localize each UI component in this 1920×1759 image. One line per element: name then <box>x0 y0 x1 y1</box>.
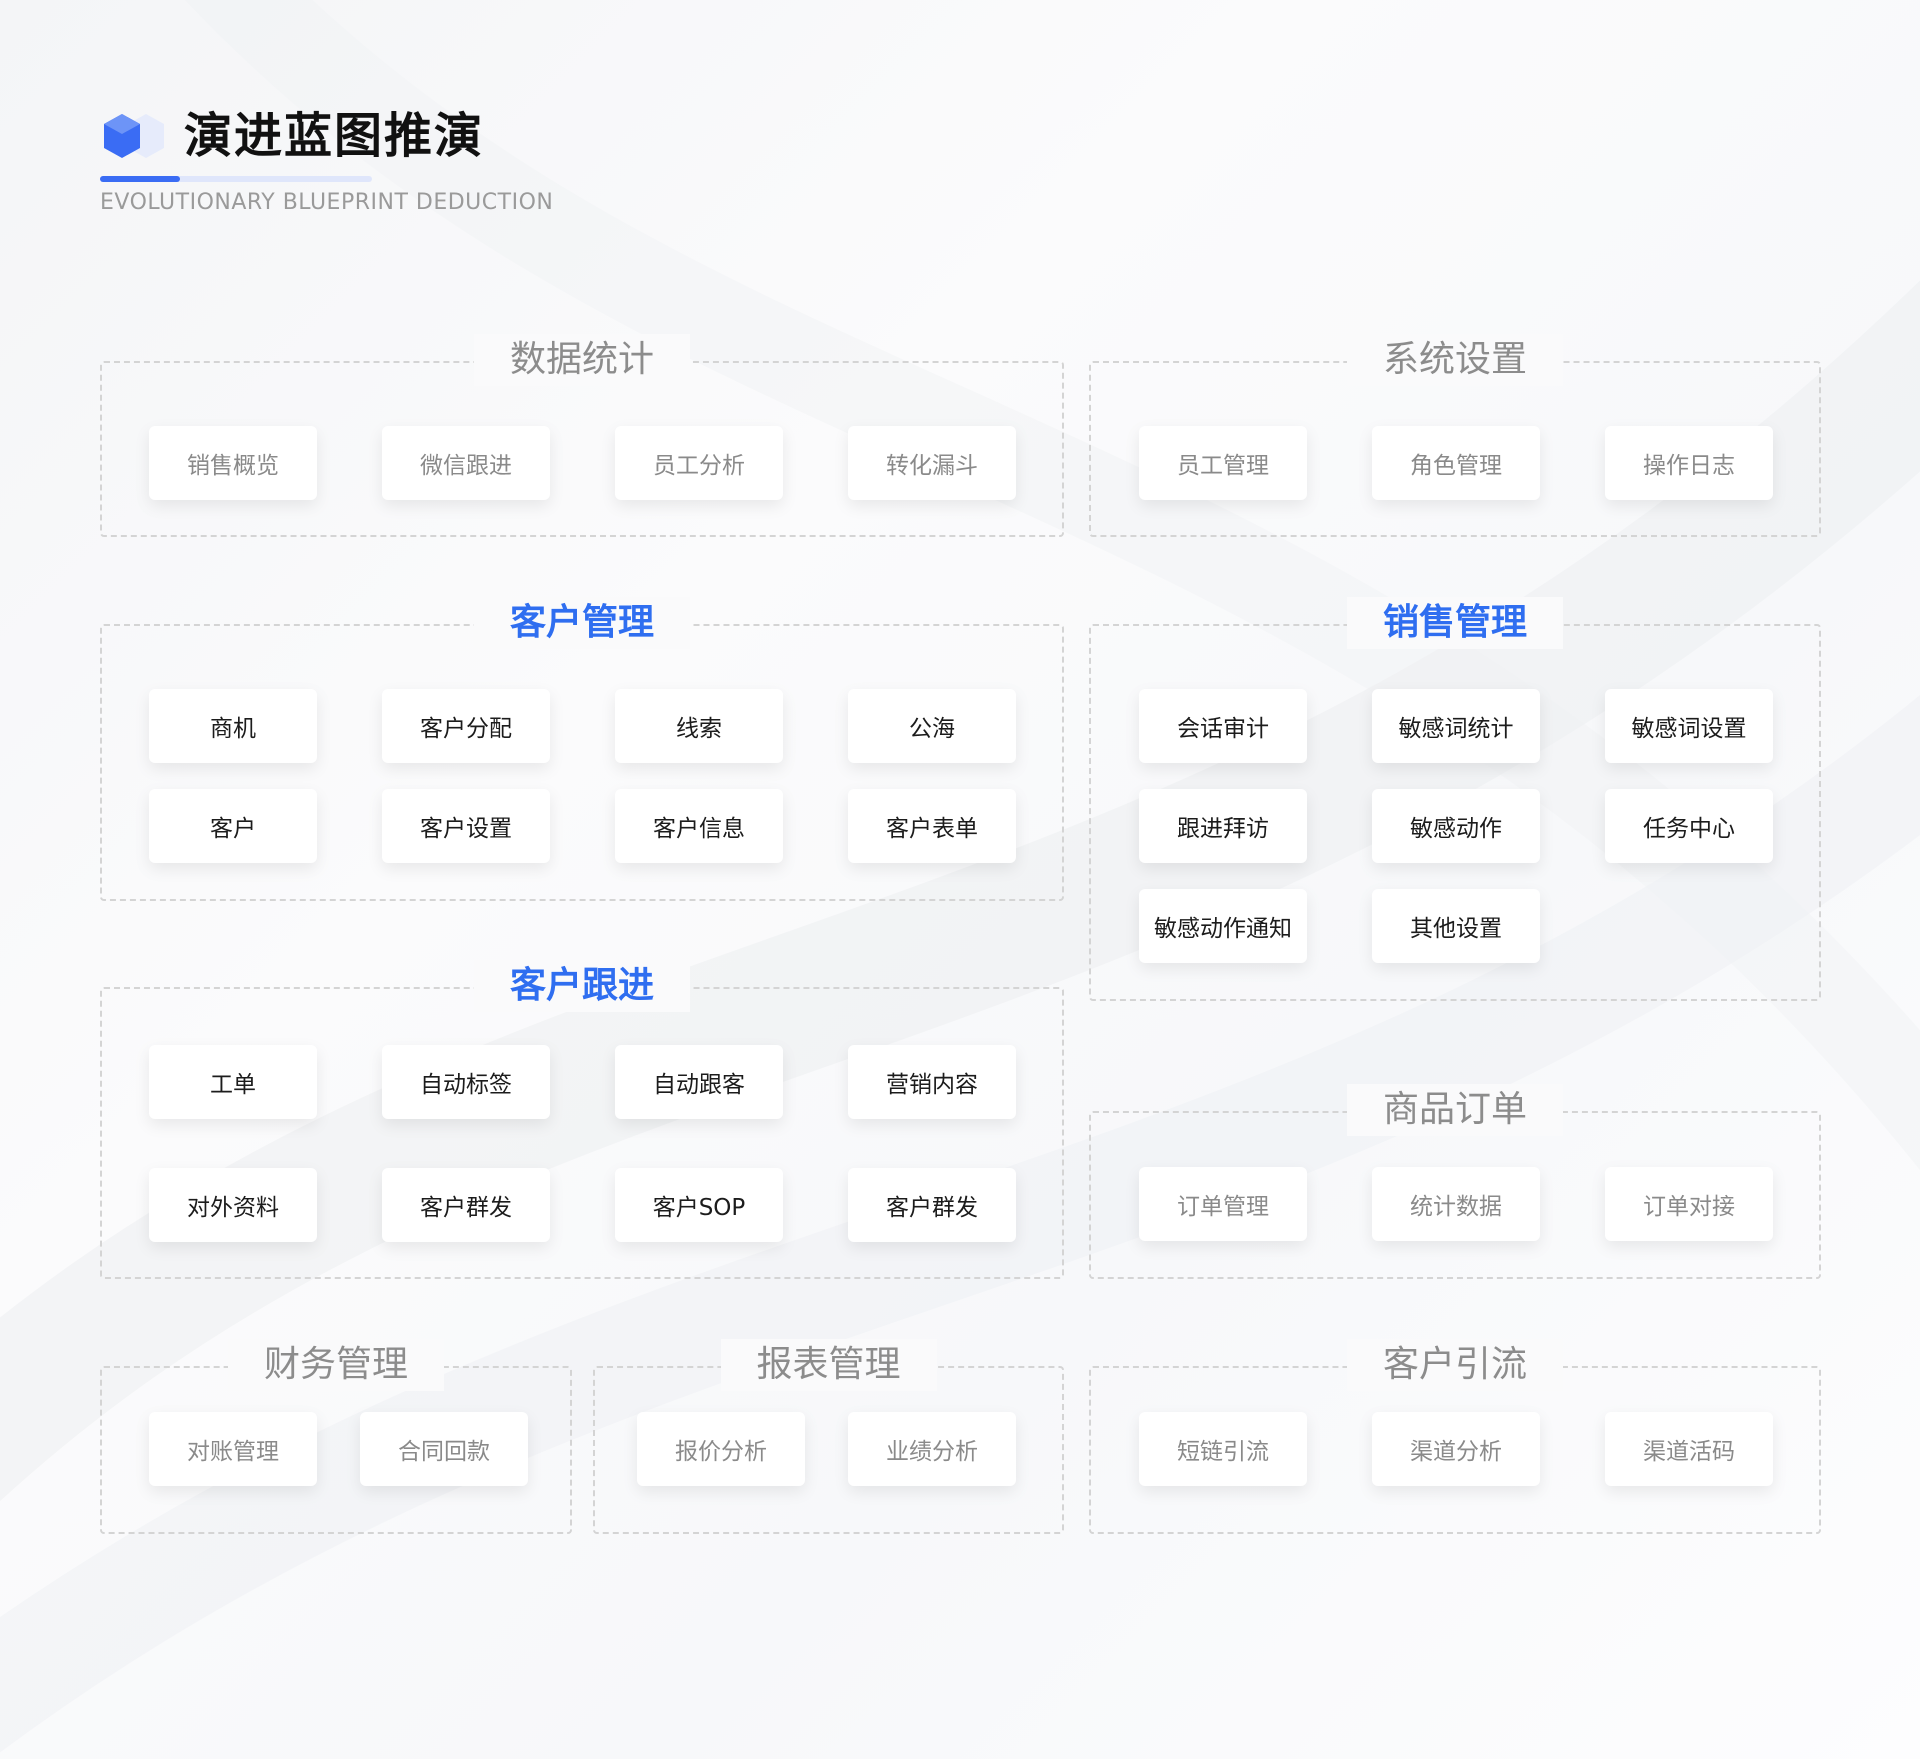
group-title: 报表管理 <box>720 1339 937 1391</box>
module-button[interactable]: 敏感动作 <box>1372 789 1540 863</box>
group-product-orders: 商品订单 订单管理 统计数据 订单对接 <box>1089 1084 1821 1279</box>
module-button[interactable]: 角色管理 <box>1372 426 1540 500</box>
group-title: 客户引流 <box>1346 1339 1564 1391</box>
module-button[interactable]: 员工分析 <box>615 426 783 500</box>
group-title: 客户管理 <box>473 597 691 649</box>
group-title: 商品订单 <box>1346 1084 1564 1136</box>
group-title: 销售管理 <box>1346 597 1564 649</box>
blueprint-page: 演进蓝图推演 EVOLUTIONARY BLUEPRINT DEDUCTION … <box>0 0 1920 1759</box>
module-button[interactable]: 客户群发 <box>382 1168 550 1242</box>
module-button[interactable]: 客户 <box>149 789 317 863</box>
module-button[interactable]: 渠道活码 <box>1605 1412 1773 1486</box>
module-button[interactable]: 对外资料 <box>149 1168 317 1242</box>
module-button[interactable]: 任务中心 <box>1605 789 1773 863</box>
group-system-settings: 系统设置 员工管理 角色管理 操作日志 <box>1089 334 1821 537</box>
module-button[interactable]: 微信跟进 <box>382 426 550 500</box>
module-button[interactable]: 敏感词设置 <box>1605 689 1773 763</box>
module-button[interactable]: 客户设置 <box>382 789 550 863</box>
module-button[interactable]: 销售概览 <box>149 426 317 500</box>
module-button[interactable]: 自动跟客 <box>615 1045 783 1119</box>
module-button[interactable]: 转化漏斗 <box>848 426 1016 500</box>
module-button[interactable]: 会话审计 <box>1139 689 1307 763</box>
group-title: 数据统计 <box>473 334 691 386</box>
module-button[interactable]: 报价分析 <box>637 1412 805 1486</box>
group-title: 财务管理 <box>227 1339 445 1391</box>
module-button[interactable]: 订单管理 <box>1139 1167 1307 1241</box>
module-button[interactable]: 客户分配 <box>382 689 550 763</box>
module-button[interactable]: 营销内容 <box>848 1045 1016 1119</box>
group-title: 系统设置 <box>1346 334 1564 386</box>
group-data-statistics: 数据统计 销售概览 微信跟进 员工分析 转化漏斗 <box>100 334 1064 537</box>
group-customer-management: 客户管理 商机 客户分配 线索 公海 客户 客户设置 客户信息 客户表单 <box>100 597 1064 901</box>
module-button[interactable]: 员工管理 <box>1139 426 1307 500</box>
module-button[interactable]: 工单 <box>149 1045 317 1119</box>
title-underline <box>100 176 372 182</box>
module-button[interactable]: 短链引流 <box>1139 1412 1307 1486</box>
module-button[interactable]: 操作日志 <box>1605 426 1773 500</box>
module-button[interactable]: 客户SOP <box>615 1168 783 1242</box>
module-button[interactable]: 合同回款 <box>360 1412 528 1486</box>
module-button[interactable]: 其他设置 <box>1372 889 1540 963</box>
group-finance-management: 财务管理 对账管理 合同回款 <box>100 1339 572 1534</box>
module-button[interactable]: 客户信息 <box>615 789 783 863</box>
module-button[interactable]: 商机 <box>149 689 317 763</box>
module-button[interactable]: 对账管理 <box>149 1412 317 1486</box>
module-button[interactable]: 跟进拜访 <box>1139 789 1307 863</box>
module-button[interactable]: 线索 <box>615 689 783 763</box>
module-button[interactable]: 自动标签 <box>382 1045 550 1119</box>
hexagon-logo-icon <box>104 114 164 158</box>
group-sales-management: 销售管理 会话审计 敏感词统计 敏感词设置 跟进拜访 敏感动作 任务中心 敏感动… <box>1089 597 1821 1001</box>
group-customer-follow-up: 客户跟进 工单 自动标签 自动跟客 营销内容 对外资料 客户群发 客户SOP 客… <box>100 960 1064 1279</box>
group-title: 客户跟进 <box>473 960 691 1012</box>
module-button[interactable]: 客户群发 <box>848 1168 1016 1242</box>
page-title: 演进蓝图推演 <box>184 108 485 164</box>
module-button[interactable]: 订单对接 <box>1605 1167 1773 1241</box>
module-button[interactable]: 客户表单 <box>848 789 1016 863</box>
group-customer-acquisition: 客户引流 短链引流 渠道分析 渠道活码 <box>1089 1339 1821 1534</box>
module-button[interactable]: 敏感词统计 <box>1372 689 1540 763</box>
module-button[interactable]: 公海 <box>848 689 1016 763</box>
module-button[interactable]: 渠道分析 <box>1372 1412 1540 1486</box>
module-button[interactable]: 统计数据 <box>1372 1167 1540 1241</box>
page-subtitle: EVOLUTIONARY BLUEPRINT DEDUCTION <box>100 190 554 215</box>
module-button[interactable]: 业绩分析 <box>848 1412 1016 1486</box>
module-button[interactable]: 敏感动作通知 <box>1139 889 1307 963</box>
group-report-management: 报表管理 报价分析 业绩分析 <box>593 1339 1064 1534</box>
title-underline-accent <box>100 176 180 182</box>
